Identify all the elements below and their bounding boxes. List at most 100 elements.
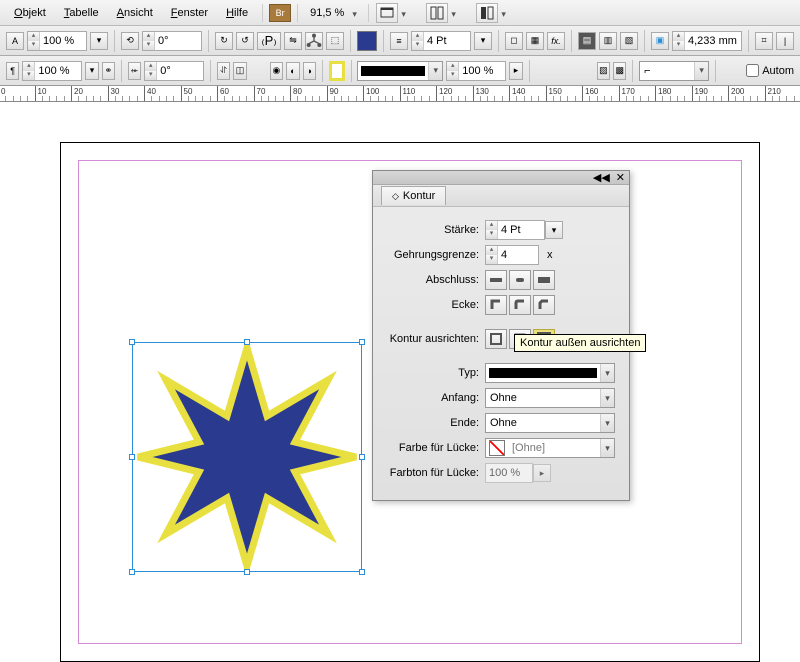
flip-v-icon[interactable]: ⥯	[217, 62, 230, 80]
wrap-skip-icon[interactable]: ▩	[613, 62, 626, 80]
collapse-icon[interactable]: ◀◀	[593, 171, 610, 184]
gap-tint-input	[486, 464, 532, 482]
select-content-icon[interactable]: ◉	[270, 62, 283, 80]
dropdown-icon[interactable]: ▸	[509, 62, 522, 80]
miter-limit-field[interactable]: ▴▾	[485, 245, 539, 265]
end-arrow-dropdown[interactable]: Ohne▾	[485, 413, 615, 433]
start-arrow-dropdown[interactable]: Ohne▾	[485, 388, 615, 408]
dropdown-icon[interactable]	[501, 8, 511, 18]
menu-tabelle[interactable]: Tabelle	[56, 4, 107, 22]
stroke-tint-input[interactable]	[459, 62, 505, 80]
selection-handle[interactable]	[244, 569, 250, 575]
stroke-style-dropdown[interactable]: ▾	[357, 61, 443, 81]
selection-handle[interactable]	[129, 569, 135, 575]
corner-shape-dropdown[interactable]: ⌐▾	[639, 61, 709, 81]
char-format-icon[interactable]: A	[6, 32, 24, 50]
autom-label: Autom	[762, 65, 794, 77]
document-canvas[interactable]: ◀◀ ✕ ◇Kontur Stärke: ▴▾ ▾ Gehrungsgrenze…	[0, 102, 800, 600]
paragraph-icon[interactable]: ₍P₎	[257, 32, 281, 50]
menu-objekt[interactable]: Objekt	[6, 4, 54, 22]
opacity-field[interactable]: ▴▾	[27, 31, 87, 51]
align-center-button[interactable]	[485, 329, 507, 349]
stroke-weight-panel-input[interactable]	[498, 221, 544, 239]
gap-color-dropdown[interactable]: [Ohne]▾	[485, 438, 615, 458]
miter-limit-input[interactable]	[498, 246, 538, 264]
drop-shadow-icon[interactable]: ▦	[526, 32, 544, 50]
selection-handle[interactable]	[129, 339, 135, 345]
dropdown-icon[interactable]: ▾	[85, 62, 98, 80]
selection-handle[interactable]	[359, 569, 365, 575]
workspace-button[interactable]	[476, 3, 498, 23]
opacity-field-2[interactable]: ▴▾	[22, 61, 82, 81]
tab-kontur[interactable]: ◇Kontur	[381, 186, 446, 205]
wrap-jump-icon[interactable]: ▨	[597, 62, 610, 80]
dimension-field[interactable]: ▴▾	[672, 31, 742, 51]
angle-field[interactable]: ▴▾	[142, 31, 202, 51]
text-wrap-bounding-icon[interactable]: ▥	[599, 32, 617, 50]
opacity-input[interactable]	[40, 32, 86, 50]
stroke-tint-field[interactable]: ▴▾	[446, 61, 506, 81]
screen-mode-button[interactable]	[376, 3, 398, 23]
stroke-weight-panel-field[interactable]: ▴▾	[485, 220, 545, 240]
label-farbe: Farbe für Lücke:	[383, 442, 485, 454]
hierarchy-icon[interactable]	[305, 32, 323, 50]
bridge-icon[interactable]: Br	[269, 4, 291, 22]
zoom-dropdown-icon[interactable]	[352, 8, 362, 18]
select-prev-icon[interactable]: ◐	[286, 62, 299, 80]
label-staerke: Stärke:	[383, 224, 485, 236]
misc-icon[interactable]: ◫	[233, 62, 246, 80]
zoom-level[interactable]: 91,5 %	[310, 7, 344, 19]
shear-icon[interactable]: ⬰	[128, 62, 141, 80]
selection-handle[interactable]	[359, 454, 365, 460]
crop-icon[interactable]: ⌗	[755, 32, 773, 50]
select-parent-icon[interactable]: ⬚	[326, 32, 344, 50]
close-icon[interactable]: ✕	[616, 171, 625, 184]
dropdown-icon[interactable]: ▾	[545, 221, 563, 239]
menu-ansicht[interactable]: Ansicht	[109, 4, 161, 22]
panel-header[interactable]: ◀◀ ✕	[373, 171, 629, 185]
stroke-weight-icon[interactable]: ≡	[390, 32, 408, 50]
link-icon[interactable]: |	[776, 32, 794, 50]
selection-handle[interactable]	[359, 339, 365, 345]
fill-swatch[interactable]	[357, 31, 377, 51]
text-wrap-none-icon[interactable]: ▤	[578, 32, 596, 50]
cap-butt-button[interactable]	[485, 270, 507, 290]
fx-icon[interactable]: fx.	[547, 32, 565, 50]
shear-field[interactable]: ▴▾	[144, 61, 204, 81]
tooltip: Kontur außen ausrichten	[514, 334, 646, 352]
stroke-weight-input[interactable]	[424, 32, 470, 50]
stroke-type-dropdown[interactable]: ▾	[485, 363, 615, 383]
rotate-icon[interactable]: ⟲	[121, 32, 139, 50]
opacity-input-2[interactable]	[35, 62, 81, 80]
stroke-weight-field[interactable]: ▴▾	[411, 31, 471, 51]
angle-input[interactable]	[155, 32, 201, 50]
join-miter-button[interactable]	[485, 295, 507, 315]
text-wrap-shape-icon[interactable]: ▧	[620, 32, 638, 50]
frame-fitting-icon[interactable]: ▣	[651, 32, 669, 50]
dropdown-icon[interactable]	[451, 8, 461, 18]
autom-checkbox[interactable]	[746, 64, 759, 77]
dimension-input[interactable]	[685, 32, 741, 50]
select-next-icon[interactable]: ◑	[303, 62, 316, 80]
join-round-button[interactable]	[509, 295, 531, 315]
dropdown-icon[interactable]: ▾	[474, 32, 492, 50]
selection-handle[interactable]	[129, 454, 135, 460]
cap-projecting-button[interactable]	[533, 270, 555, 290]
corner-options-icon[interactable]: ◻	[505, 32, 523, 50]
arrange-button[interactable]	[426, 3, 448, 23]
menu-fenster[interactable]: Fenster	[163, 4, 216, 22]
cap-round-button[interactable]	[509, 270, 531, 290]
selection-handle[interactable]	[244, 339, 250, 345]
shear-input[interactable]	[157, 62, 203, 80]
dropdown-icon[interactable]	[401, 8, 411, 18]
para-format-icon[interactable]: ¶	[6, 62, 19, 80]
menu-hilfe[interactable]: Hilfe	[218, 4, 256, 22]
join-bevel-button[interactable]	[533, 295, 555, 315]
rotate-cw-icon[interactable]: ↻	[215, 32, 233, 50]
flip-h-icon[interactable]: ⇋	[284, 32, 302, 50]
chain-icon[interactable]: ⚭	[102, 62, 115, 80]
rotate-ccw-icon[interactable]: ↺	[236, 32, 254, 50]
stroke-swatch[interactable]	[329, 61, 345, 81]
panel-tabs: ◇Kontur	[373, 185, 629, 207]
dropdown-icon[interactable]: ▾	[90, 32, 108, 50]
